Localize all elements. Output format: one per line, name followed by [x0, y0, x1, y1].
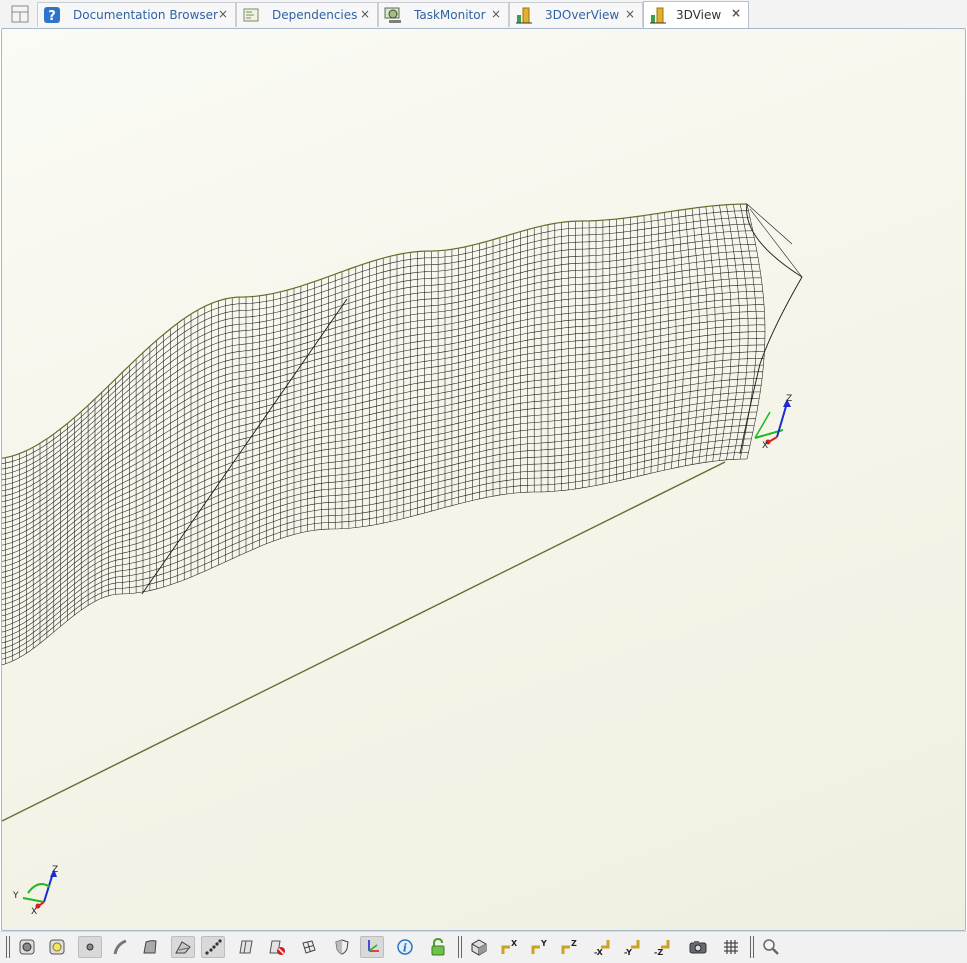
hide-section-icon[interactable]: [264, 936, 288, 958]
tab-label: TaskMonitor: [414, 8, 486, 22]
mesh-line: [2, 250, 757, 497]
chart-3d-icon: [515, 6, 533, 24]
view-toolbar: i X Y Z -X -Y -Z: [0, 931, 967, 963]
toolbar-separator: [750, 936, 754, 958]
svg-text:i: i: [403, 942, 407, 955]
tab-3d-view[interactable]: 3DView ×: [643, 1, 749, 28]
view-plus-x-icon[interactable]: X: [497, 936, 521, 958]
tab-label: Dependencies: [272, 8, 358, 22]
mesh-line: [2, 418, 756, 633]
select-shape-icon[interactable]: [15, 936, 39, 958]
dependencies-icon: [242, 6, 260, 24]
view-minus-y-icon[interactable]: -Y: [620, 936, 644, 958]
svg-text:X: X: [511, 939, 518, 948]
section-view-icon[interactable]: [234, 936, 258, 958]
point-mode-icon[interactable]: [78, 936, 102, 958]
mesh-line: [2, 223, 752, 475]
view-plus-y-icon[interactable]: Y: [527, 936, 551, 958]
mesh-line: [2, 290, 763, 530]
tab-bar: ? Documentation Browser × Dependencies ×…: [0, 0, 967, 28]
mesh-line: [2, 452, 749, 660]
close-icon[interactable]: ×: [491, 7, 501, 21]
3d-scene[interactable]: Z X Z Y X: [2, 29, 965, 930]
surface-mode-icon[interactable]: [138, 936, 162, 958]
help-icon: ?: [43, 6, 61, 24]
tab-label: Documentation Browser: [73, 8, 218, 22]
mesh-line: [2, 371, 763, 595]
svg-text:Y: Y: [540, 939, 547, 948]
mesh-line: [2, 210, 749, 464]
mesh-line: [141, 298, 348, 595]
3d-viewport[interactable]: Z X Z Y X: [1, 28, 966, 931]
curve-mode-icon[interactable]: [108, 936, 132, 958]
close-icon[interactable]: ×: [360, 7, 370, 21]
cube-planes-icon[interactable]: [297, 936, 321, 958]
tab-task-monitor[interactable]: TaskMonitor ×: [378, 2, 509, 27]
task-monitor-icon: [384, 6, 402, 24]
svg-text:Z: Z: [571, 939, 577, 948]
global-z-label: Z: [52, 865, 58, 875]
tab-label: 3DOverView: [545, 8, 620, 22]
mesh-line: [739, 203, 803, 455]
grid-icon[interactable]: [719, 936, 743, 958]
global-x-label: X: [31, 907, 37, 917]
close-icon[interactable]: ×: [218, 7, 228, 21]
local-z-label: Z: [786, 394, 792, 404]
surface-mesh: [2, 203, 803, 665]
mesh-line: [2, 445, 751, 655]
layout-icon: [11, 5, 29, 23]
close-icon[interactable]: ×: [731, 6, 741, 20]
svg-text:?: ?: [48, 9, 56, 24]
mesh-line: [2, 411, 757, 627]
toolbar-separator: [458, 936, 462, 958]
shield-icon[interactable]: [330, 936, 354, 958]
mesh-points-icon[interactable]: [201, 936, 225, 958]
view-minus-x-icon[interactable]: -X: [590, 936, 614, 958]
hull-edge: [2, 461, 726, 822]
mesh-line: [2, 230, 753, 481]
view-minus-z-icon[interactable]: -Z: [650, 936, 674, 958]
svg-text:-X: -X: [594, 948, 604, 956]
tab-dependencies[interactable]: Dependencies ×: [236, 2, 378, 27]
toolbar-grip[interactable]: [6, 936, 10, 958]
local-axis-triad: Z X: [754, 394, 792, 451]
local-x-label: X: [762, 441, 768, 451]
iso-view-icon[interactable]: [467, 936, 491, 958]
global-y-label: Y: [12, 891, 19, 901]
info-icon[interactable]: i: [393, 936, 417, 958]
mesh-line: [2, 237, 755, 486]
mesh-line: [2, 331, 766, 562]
tab-menu-button[interactable]: [10, 4, 30, 24]
close-icon[interactable]: ×: [625, 7, 635, 21]
global-axis-triad: Z Y X: [12, 865, 58, 917]
shaded-mode-icon[interactable]: [171, 936, 195, 958]
mesh-line: [746, 203, 803, 278]
view-plus-z-icon[interactable]: Z: [557, 936, 581, 958]
zoom-icon[interactable]: [759, 936, 783, 958]
axis-triad-icon[interactable]: [360, 936, 384, 958]
camera-icon[interactable]: [686, 936, 710, 958]
tab-3d-overview[interactable]: 3DOverView ×: [509, 2, 643, 27]
svg-text:-Y: -Y: [624, 948, 632, 956]
select-node-icon[interactable]: [45, 936, 69, 958]
svg-text:-Z: -Z: [654, 948, 663, 956]
chart-3d-icon: [649, 6, 667, 24]
tab-documentation-browser[interactable]: ? Documentation Browser ×: [37, 2, 236, 27]
lock-icon[interactable]: [426, 936, 450, 958]
tab-label: 3DView: [676, 8, 722, 22]
